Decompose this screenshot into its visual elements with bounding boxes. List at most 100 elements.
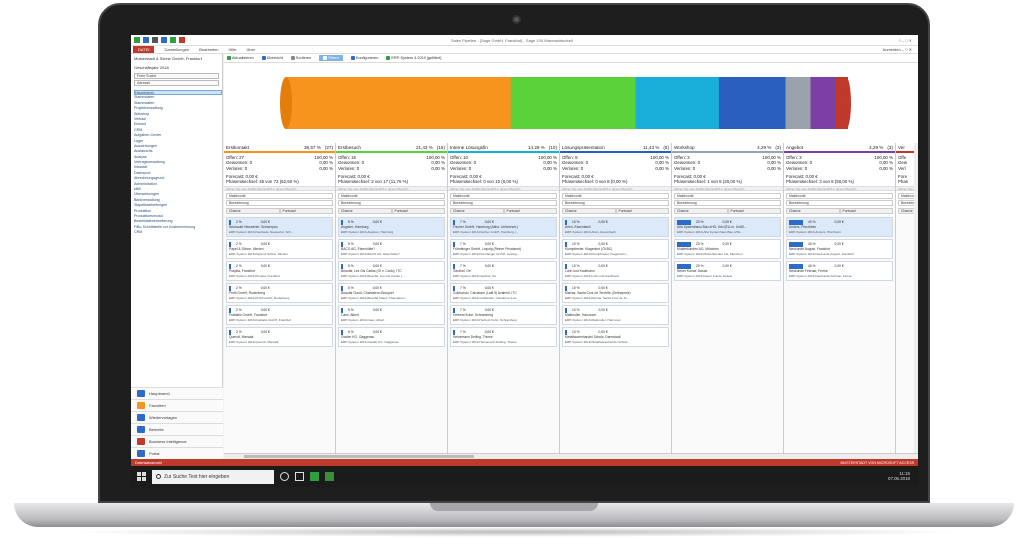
nav-button[interactable]: Portal: [131, 447, 223, 459]
task-view-icon[interactable]: [295, 472, 304, 481]
opportunity-card[interactable]: 40 % 0,00 € Neukunde Februar, Ferrse ERP-Sy…: [786, 261, 893, 282]
search-type-select[interactable]: Freie Suche: [134, 73, 219, 79]
description-field[interactable]: Bezeichnung: [226, 200, 333, 207]
opportunity-card[interactable]: 2 % 0,00 € Puspita, Frankfurt ERP-System 20…: [226, 261, 333, 282]
description-field[interactable]: Bezeichnung: [338, 200, 445, 207]
funnel-segment[interactable]: [635, 77, 721, 129]
opportunity-card[interactable]: 40 % 0,00 € Neukunde August, Frankfurt ERP-…: [786, 239, 893, 260]
forecast-header[interactable]: Forecast: [279, 208, 333, 215]
opportunity-card[interactable]: 10 % 0,00 € Arlen, Essenbach ERP-System 201…: [562, 217, 669, 238]
window-controls[interactable]: ? – □ ✕: [898, 38, 912, 43]
matchcode-field[interactable]: Matchcode: [226, 193, 333, 200]
opportunity-card[interactable]: 2 % 0,00 € Neubaute Neuwerter, Schwerpau ER…: [226, 217, 333, 238]
sage-app-icon[interactable]: [310, 472, 319, 481]
chance-header[interactable]: Chance: [786, 208, 840, 215]
windows-start-icon[interactable]: [137, 472, 146, 481]
opportunity-card[interactable]: 2 % 0,00 € Quendt, Marsala ERP-System 2019-…: [226, 327, 333, 348]
opportunity-card[interactable]: 10 % 0,00 € Klompfmeler, Klagenfurt (ÖLBC)…: [562, 239, 669, 260]
column-header[interactable]: Interne Lösungsfin 14,29 % (10): [448, 143, 559, 151]
matchcode-field[interactable]: Matchcode: [562, 193, 669, 200]
opportunity-card[interactable]: 10 % 0,00 € Lohn und Kaufmann ERP-System 20…: [562, 261, 669, 282]
opportunity-card[interactable]: 10 % 0,00 € Mattmuller, Hannover ERP-System…: [562, 305, 669, 326]
taskbar-search[interactable]: Zur Suche Text hier eingeben: [152, 469, 274, 484]
opportunity-card[interactable]: 5 % 0,00 € Gwider KG, Gaggenau ERP-System 2…: [338, 327, 445, 348]
opportunity-card[interactable]: 2 % 0,00 € Profil GmbH, Rodenberg ERP-Syste…: [226, 283, 333, 304]
chance-header[interactable]: Chance: [226, 208, 280, 215]
column-header[interactable]: Erstkontakt 38,57 % (27): [224, 143, 335, 151]
chance-header[interactable]: Chance: [674, 208, 728, 215]
opportunity-card[interactable]: 7 % 0,00 € Fischer GmbH, Hamburg (Altno. U…: [450, 217, 557, 238]
funnel-segment[interactable]: [286, 77, 513, 129]
opportunity-card[interactable]: 7 % 0,00 € Frömbinger GmbH, Leipzig (Reine…: [450, 239, 557, 260]
chance-header[interactable]: Chance: [562, 208, 616, 215]
description-field[interactable]: Bezeichnung: [562, 200, 669, 207]
description-field[interactable]: Bezeichnung: [450, 200, 557, 207]
tab-hilfe[interactable]: Hilfe: [229, 47, 237, 52]
description-field[interactable]: Bezeichnung: [674, 200, 781, 207]
chance-header[interactable]: Chance: [450, 208, 504, 215]
opportunity-card[interactable]: 7 % 0,00 € Herbest Kuhn, Schramberg ERP-Sys…: [450, 305, 557, 326]
description-field[interactable]: Bezeichnung: [786, 200, 893, 207]
opportunity-card[interactable]: 5 % 0,00 € Augsten, Hamburg ERP-System 2019…: [338, 217, 445, 238]
list-icon[interactable]: [161, 37, 167, 43]
nav-button[interactable]: Business Intelligence: [131, 435, 223, 447]
close-doc-icon[interactable]: [179, 37, 185, 43]
cortana-icon[interactable]: [280, 472, 289, 481]
vertical-scrollbar[interactable]: [914, 143, 918, 459]
nav-button[interactable]: Hauptmenü: [131, 387, 223, 399]
search-input[interactable]: Adresse: [134, 80, 219, 86]
column-header[interactable]: Angebot 4,29 % (3): [784, 143, 895, 151]
refresh-button[interactable]: Aktualisieren: [227, 56, 254, 60]
column-header[interactable]: Lösungspräsentation 11,43 % (8): [560, 143, 671, 151]
opportunity-card[interactable]: 10 % 0,00 € Marras, Santa Cruz de Tenerife…: [562, 283, 669, 304]
nav-button[interactable]: Wiedervorlagen: [131, 411, 223, 423]
excel-icon[interactable]: [325, 472, 334, 481]
opportunity-card[interactable]: 7 % 0,00 € Heinemann Delling, Thiese ERP-Sy…: [450, 327, 557, 348]
nav-button[interactable]: Berichte: [131, 423, 223, 435]
opportunity-card[interactable]: 2 % 0,00 € Fraktalio GmbH, Frankfurt ERP-Sy…: [226, 305, 333, 326]
opportunity-card[interactable]: 5 % 0,00 € BACO AG, Eisenhütte? ERP-System …: [338, 239, 445, 260]
column-header[interactable]: Workshop 4,29 % (3): [672, 143, 783, 151]
funnel-segment[interactable]: [785, 77, 813, 129]
tab-bearbeiten[interactable]: Bearbeiten: [199, 47, 218, 52]
matchcode-field[interactable]: Matchcode: [338, 193, 445, 200]
nav-button[interactable]: Favoriten: [131, 399, 223, 411]
opportunity-card[interactable]: 7 % 0,00 € Giedhof, Oe ERP-System 2019-Gied…: [450, 261, 557, 282]
matchcode-field[interactable]: Matchcode: [674, 193, 781, 200]
account-menu[interactable]: Anmelden – □ ✕: [883, 47, 912, 52]
chance-header[interactable]: Chance: [338, 208, 392, 215]
forecast-header[interactable]: Forecast: [503, 208, 557, 215]
forecast-header[interactable]: Forecast: [727, 208, 781, 215]
tab-ueber[interactable]: Über: [247, 47, 256, 52]
opportunity-card[interactable]: 10 % 0,00 € Metallwarenhandel Schulz, Darm…: [562, 327, 669, 348]
scroll-thumb[interactable]: [244, 455, 474, 458]
opportunity-card[interactable]: 7 % 0,00 € Gobbando, Calvatone (Latit 5) A…: [450, 283, 557, 304]
opportunity-card[interactable]: 20 % 0,00 € Neuer Kunde Januar ERP-System 2…: [674, 261, 781, 282]
opportunity-card[interactable]: 20 % 0,00 € Alfa Systemhaus Bau oHG, Kiel …: [674, 217, 781, 238]
configure-button[interactable]: Konfigurieren: [350, 56, 378, 60]
tree-item[interactable]: CRM: [134, 230, 222, 235]
column-header[interactable]: Erstbesuch 21,43 % (15): [336, 143, 447, 151]
forecast-header[interactable]: Forecast: [391, 208, 445, 215]
opportunity-card[interactable]: 5 % 0,00 € Beaufal Claud, Chamaleon Bouque…: [338, 283, 445, 304]
tab-datei[interactable]: DATEI: [133, 46, 155, 53]
overview-button[interactable]: Übersicht: [261, 56, 283, 60]
refresh-icon[interactable]: [170, 37, 176, 43]
funnel-segment[interactable]: [718, 77, 788, 129]
funnel-segment[interactable]: [810, 77, 838, 129]
funnel-segment[interactable]: [510, 77, 638, 129]
opportunity-card[interactable]: 20 % 0,00 € Musterkunden AG, München ERP-Sy…: [674, 239, 781, 260]
forecast-header[interactable]: Forecast: [839, 208, 893, 215]
opportunity-card[interactable]: 40 % 0,00 € Anders, Pforzheim ERP-System 20…: [786, 217, 893, 238]
filter-button[interactable]: Filtern: [319, 55, 343, 61]
opportunity-card[interactable]: 5 % 0,00 € Caes, Albert ERP-System 2019-Cae…: [338, 305, 445, 326]
opportunity-card[interactable]: 5 % 0,00 € Beaufal, Les Gis Carlas (Gi n. …: [338, 261, 445, 282]
grid-icon[interactable]: [152, 37, 158, 43]
save-icon[interactable]: [143, 37, 149, 43]
tab-darstellungen[interactable]: Darstellungen: [164, 47, 189, 52]
opportunity-card[interactable]: 2 % 0,00 € Papel & Söhne, Minden ERP-System…: [226, 239, 333, 260]
sort-button[interactable]: Sortieren: [290, 56, 311, 60]
system-tray[interactable]: 11:15 07.05.2018: [888, 471, 910, 481]
forecast-header[interactable]: Forecast: [615, 208, 669, 215]
matchcode-field[interactable]: Matchcode: [450, 193, 557, 200]
